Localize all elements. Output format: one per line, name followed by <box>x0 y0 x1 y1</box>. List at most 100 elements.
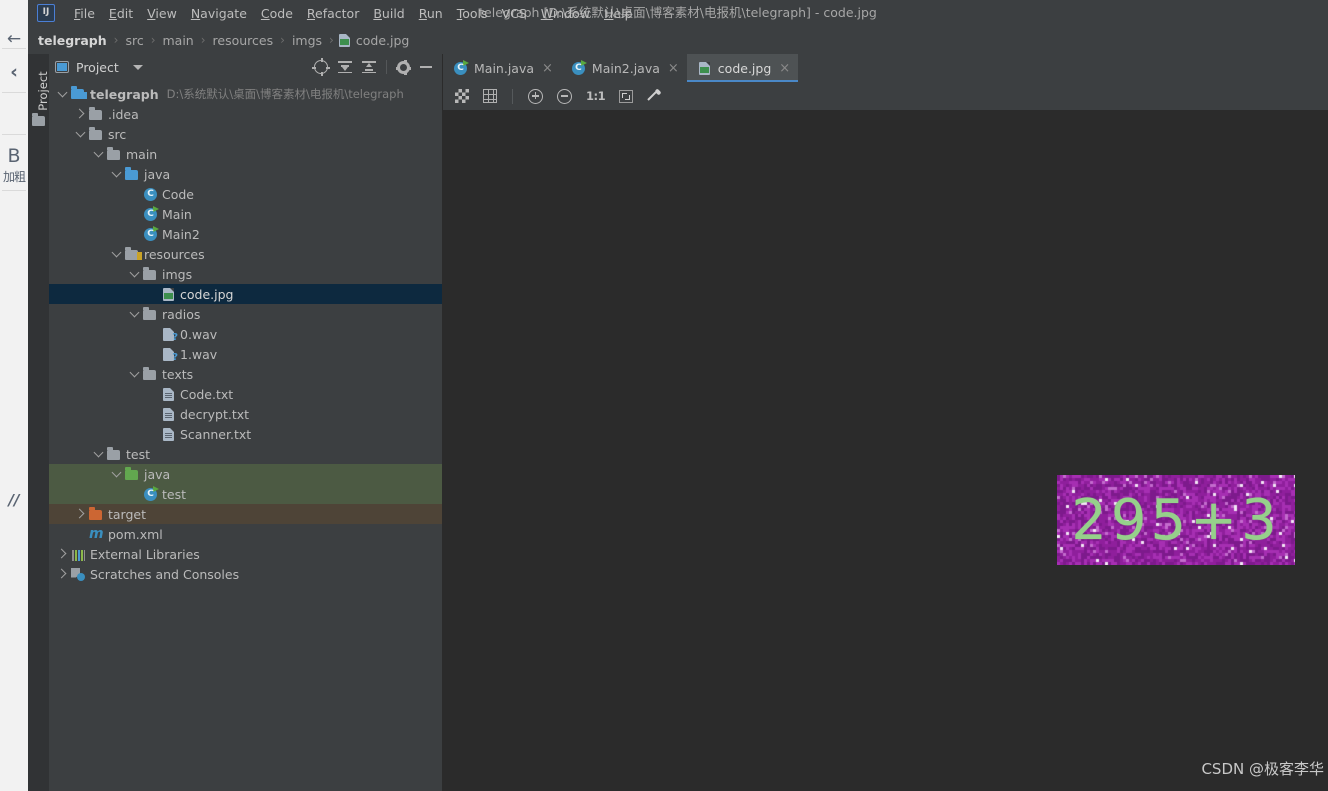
menu-item-navigate[interactable]: Navigate <box>184 4 254 23</box>
tree-row-telegraph[interactable]: telegraph D:\系统默认\桌面\博客素材\电报机\telegraph <box>49 84 442 104</box>
menu-item-code[interactable]: Code <box>254 4 300 23</box>
tree-row-src[interactable]: src <box>49 124 442 144</box>
settings-gear-icon[interactable] <box>396 59 411 75</box>
tree-twisty-placeholder <box>129 208 141 220</box>
bold-button[interactable]: B <box>0 146 28 166</box>
tree-row-label: texts <box>162 366 194 382</box>
folder-icon <box>107 446 122 462</box>
tree-row-external-libraries[interactable]: External Libraries <box>49 544 442 564</box>
menu-item-file[interactable]: File <box>67 4 102 23</box>
tree-row-java[interactable]: java <box>49 164 442 184</box>
tree-row-scratches-and-consoles[interactable]: Scratches and Consoles <box>49 564 442 584</box>
breadcrumb-item-src[interactable]: src <box>123 33 145 48</box>
chevron-down-icon[interactable] <box>129 367 141 380</box>
menu-items: File Edit View Navigate Code Refactor Build Run… <box>67 4 640 23</box>
captcha-image[interactable]: 295+3 <box>1057 475 1295 565</box>
toggle-grid-icon[interactable] <box>483 89 497 103</box>
tree-row-label: .idea <box>108 106 139 122</box>
menu-item-edit[interactable]: Edit <box>102 4 140 23</box>
editor-tab-main-java[interactable]: Main.java × <box>443 54 561 82</box>
menu-item-view[interactable]: View <box>140 4 184 23</box>
breadcrumb-item-resources[interactable]: resources <box>211 33 276 48</box>
tree-row-path: D:\系统默认\桌面\博客素材\电报机\telegraph <box>166 87 404 101</box>
chevron-down-icon[interactable] <box>111 467 123 480</box>
breadcrumb-item-code-jpg[interactable]: code.jpg <box>354 33 411 48</box>
breadcrumb-item-imgs[interactable]: imgs <box>290 33 324 48</box>
chevron-down-icon[interactable] <box>129 307 141 320</box>
tree-row-0-wav[interactable]: 0.wav <box>49 324 442 344</box>
close-icon[interactable]: × <box>779 62 790 75</box>
tree-row-test[interactable]: test <box>49 484 442 504</box>
menu-item-build[interactable]: Build <box>366 4 411 23</box>
tree-row-label: External Libraries <box>90 546 200 562</box>
tree-row-code[interactable]: Code <box>49 184 442 204</box>
chevron-down-icon[interactable] <box>93 447 105 460</box>
breadcrumb-separator: › <box>150 33 156 47</box>
strip-divider <box>2 190 26 191</box>
chevron-right-icon[interactable] <box>74 108 87 120</box>
tree-row-label: 1.wav <box>180 346 218 362</box>
actual-size-icon[interactable]: 1:1 <box>586 89 606 103</box>
close-icon[interactable]: × <box>668 62 679 75</box>
toggle-transparency-chessboard-icon[interactable] <box>455 89 469 103</box>
menu-item-run[interactable]: Run <box>412 4 450 23</box>
tree-row-texts[interactable]: texts <box>49 364 442 384</box>
tree-twisty-placeholder <box>147 388 159 400</box>
fit-to-window-icon[interactable] <box>619 89 634 103</box>
tree-row-target[interactable]: target <box>49 504 442 524</box>
menu-item-help[interactable]: Help <box>597 4 640 23</box>
chevron-down-icon[interactable] <box>57 87 69 100</box>
zoom-out-icon[interactable] <box>557 88 572 104</box>
tree-row-resources[interactable]: resources <box>49 244 442 264</box>
bold-button-label-cn: 加粗 <box>2 170 26 184</box>
expand-all-icon[interactable] <box>338 60 352 74</box>
tree-row-scanner-txt[interactable]: Scanner.txt <box>49 424 442 444</box>
chevron-down-icon[interactable] <box>111 247 123 260</box>
editor-tab-code-jpg[interactable]: code.jpg × <box>686 54 799 82</box>
breadcrumb-item-telegraph[interactable]: telegraph <box>36 33 109 48</box>
chevron-right-icon[interactable] <box>74 508 87 520</box>
editor-tab-bar: Main.java × Main2.java × code.jpg × <box>443 54 1328 82</box>
zoom-in-icon[interactable] <box>528 88 543 104</box>
chevron-down-icon[interactable] <box>132 64 143 70</box>
project-file-tree[interactable]: telegraph D:\系统默认\桌面\博客素材\电报机\telegraph .i… <box>49 80 442 584</box>
locate-target-icon[interactable] <box>312 58 330 76</box>
chevron-down-icon[interactable] <box>75 127 87 140</box>
menu-item-window[interactable]: Window <box>534 4 597 23</box>
breadcrumb-item-main[interactable]: main <box>161 33 196 48</box>
tree-row-radios[interactable]: radios <box>49 304 442 324</box>
tool-window-button-project[interactable]: Project <box>36 63 50 119</box>
tree-row-label: java <box>144 166 171 182</box>
project-panel-toolbar <box>312 58 436 76</box>
tree-row-main[interactable]: Main <box>49 204 442 224</box>
menu-item-refactor[interactable]: Refactor <box>300 4 366 23</box>
editor-tab-main2-java[interactable]: Main2.java × <box>561 54 687 82</box>
tree-row-code-txt[interactable]: Code.txt <box>49 384 442 404</box>
color-picker-icon[interactable] <box>647 87 662 104</box>
tree-row-1-wav[interactable]: 1.wav <box>49 344 442 364</box>
tree-row-imgs[interactable]: imgs <box>49 264 442 284</box>
hide-panel-icon[interactable] <box>420 66 432 68</box>
tree-row-test[interactable]: test <box>49 444 442 464</box>
folder-icon <box>32 113 45 126</box>
menu-item-vcs[interactable]: VCS <box>495 4 534 23</box>
chevron-down-icon[interactable] <box>93 147 105 160</box>
tree-row-main2[interactable]: Main2 <box>49 224 442 244</box>
chevron-right-icon[interactable] <box>56 548 69 560</box>
image-preview-canvas[interactable]: 295+3 CSDN @极客李华 <box>443 110 1328 791</box>
collapse-chevron-icon[interactable]: ‹ <box>0 62 28 82</box>
chevron-right-icon[interactable] <box>56 568 69 580</box>
tree-row--idea[interactable]: .idea <box>49 104 442 124</box>
menu-item-tools[interactable]: Tools <box>450 4 495 23</box>
tree-row-main[interactable]: main <box>49 144 442 164</box>
back-arrow-icon[interactable]: ← <box>0 30 28 48</box>
tree-row-java[interactable]: java <box>49 464 442 484</box>
tree-row-decrypt-txt[interactable]: decrypt.txt <box>49 404 442 424</box>
tree-row-code-jpg[interactable]: code.jpg <box>49 284 442 304</box>
close-icon[interactable]: × <box>542 62 553 75</box>
collapse-all-icon[interactable] <box>362 60 376 74</box>
tree-row-pom-xml[interactable]: pom.xml <box>49 524 442 544</box>
comment-button[interactable]: // <box>0 492 28 508</box>
chevron-down-icon[interactable] <box>129 267 141 280</box>
chevron-down-icon[interactable] <box>111 167 123 180</box>
